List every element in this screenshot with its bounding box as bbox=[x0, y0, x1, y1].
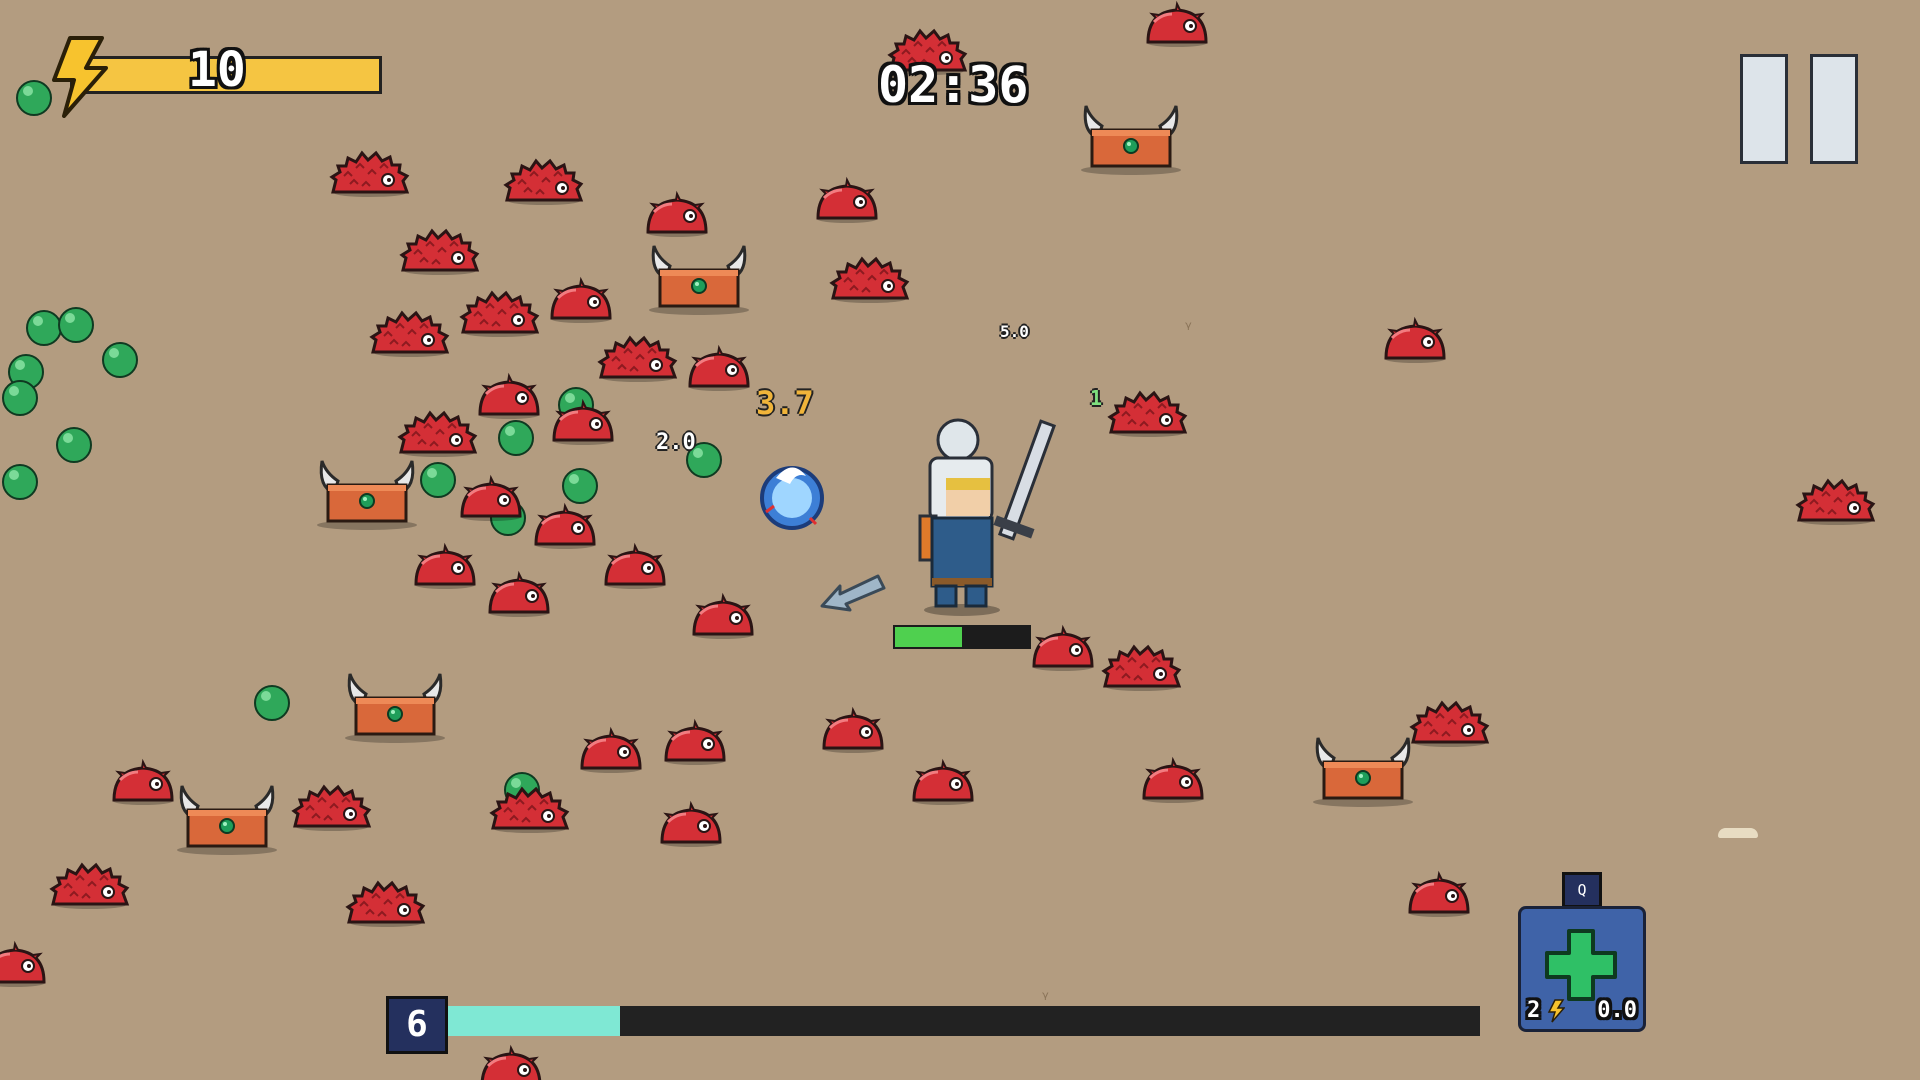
red-slime-enemy bbox=[660, 718, 730, 766]
red-slime-enemy bbox=[474, 372, 544, 420]
spiky-slime-enemy bbox=[488, 786, 572, 834]
ability-hotkey: Q bbox=[1562, 872, 1602, 908]
xp-bar-fill bbox=[444, 1006, 621, 1036]
spiky-slime-enemy bbox=[596, 335, 680, 383]
xp-orb[interactable] bbox=[496, 418, 536, 458]
damage-number: 2.0 bbox=[656, 430, 696, 455]
red-slime-enemy bbox=[0, 940, 50, 988]
red-slime-enemy bbox=[908, 758, 978, 806]
pause-button[interactable] bbox=[1738, 54, 1862, 164]
spiky-slime-enemy bbox=[458, 290, 542, 338]
pause-icon bbox=[1740, 54, 1788, 164]
game-screen[interactable]: ᵞ ᵞ 3.7 2.0 5.0 1 10 02:36 6 Q 2 0.0 bbox=[0, 0, 1920, 1080]
spiky-slime-enemy bbox=[828, 256, 912, 304]
survival-timer: 02:36 bbox=[878, 56, 1029, 114]
heal-cross-icon bbox=[1545, 929, 1617, 1001]
red-slime-enemy bbox=[812, 176, 882, 224]
heal-ability-button[interactable]: Q 2 0.0 bbox=[1518, 872, 1646, 1032]
red-slime-enemy bbox=[1142, 0, 1212, 48]
ability-slot: 2 0.0 bbox=[1518, 906, 1646, 1032]
red-slime-enemy bbox=[818, 706, 888, 754]
red-slime-enemy bbox=[576, 726, 646, 774]
horned-box-enemy bbox=[172, 780, 282, 855]
red-slime-enemy bbox=[410, 542, 480, 590]
damage-number: 1 bbox=[1090, 386, 1103, 410]
red-slime-enemy bbox=[546, 276, 616, 324]
xp-orb[interactable] bbox=[0, 462, 40, 502]
red-slime-enemy bbox=[1404, 870, 1474, 918]
horned-box-enemy bbox=[1076, 100, 1186, 175]
horned-box-enemy bbox=[312, 455, 422, 530]
red-slime-enemy bbox=[548, 398, 618, 446]
ground-sprout: ᵞ bbox=[1185, 318, 1192, 339]
red-slime-enemy bbox=[600, 542, 670, 590]
aim-direction-arrow-icon bbox=[820, 574, 886, 612]
player-health-bar bbox=[893, 625, 1031, 649]
xp-bar: 6 bbox=[386, 996, 1482, 1054]
xp-orb[interactable] bbox=[252, 683, 292, 723]
player-knight bbox=[918, 418, 1057, 616]
level-badge: 6 bbox=[386, 996, 448, 1054]
xp-orb[interactable] bbox=[54, 425, 94, 465]
red-slime-enemy bbox=[688, 592, 758, 640]
spiky-slime-enemy bbox=[398, 228, 482, 276]
red-slime-enemy bbox=[656, 800, 726, 848]
energy-count: 10 bbox=[188, 42, 246, 98]
damage-number: 3.7 bbox=[756, 384, 814, 422]
ground-rock bbox=[1718, 828, 1758, 838]
spiky-slime-enemy bbox=[48, 862, 132, 910]
xp-orb[interactable] bbox=[100, 340, 140, 380]
red-slime-enemy bbox=[530, 502, 600, 550]
red-slime-enemy bbox=[456, 474, 526, 522]
horned-box-enemy bbox=[1308, 732, 1418, 807]
horned-box-enemy bbox=[340, 668, 450, 743]
xp-orb[interactable] bbox=[0, 378, 40, 418]
red-slime-enemy bbox=[1138, 756, 1208, 804]
spiky-slime-enemy bbox=[344, 880, 428, 928]
spinning-orb-projectile bbox=[760, 466, 824, 530]
pause-icon bbox=[1810, 54, 1858, 164]
red-slime-enemy bbox=[476, 1044, 546, 1080]
ability-cost: 2 bbox=[1527, 998, 1541, 1023]
red-slime-enemy bbox=[684, 344, 754, 392]
spiky-slime-enemy bbox=[368, 310, 452, 358]
red-slime-enemy bbox=[1028, 624, 1098, 672]
xp-orb[interactable] bbox=[418, 460, 458, 500]
red-slime-enemy bbox=[484, 570, 554, 618]
lightning-icon bbox=[52, 36, 108, 118]
spiky-slime-enemy bbox=[1100, 644, 1184, 692]
spiky-slime-enemy bbox=[1106, 390, 1190, 438]
horned-box-enemy bbox=[644, 240, 754, 315]
spiky-slime-enemy bbox=[328, 150, 412, 198]
spiky-slime-enemy bbox=[1408, 700, 1492, 748]
xp-orb[interactable] bbox=[56, 305, 96, 345]
damage-number: 5.0 bbox=[1000, 322, 1029, 341]
spiky-slime-enemy bbox=[396, 410, 480, 458]
red-slime-enemy bbox=[642, 190, 712, 238]
red-slime-enemy bbox=[1380, 316, 1450, 364]
ability-cooldown: 0.0 bbox=[1597, 998, 1637, 1023]
spiky-slime-enemy bbox=[290, 784, 374, 832]
player-health-fill bbox=[895, 627, 962, 647]
spiky-slime-enemy bbox=[1794, 478, 1878, 526]
xp-orb[interactable] bbox=[560, 466, 600, 506]
xp-bar-track bbox=[444, 1006, 1480, 1036]
red-slime-enemy bbox=[108, 758, 178, 806]
lightning-icon bbox=[1547, 999, 1565, 1023]
spiky-slime-enemy bbox=[502, 158, 586, 206]
